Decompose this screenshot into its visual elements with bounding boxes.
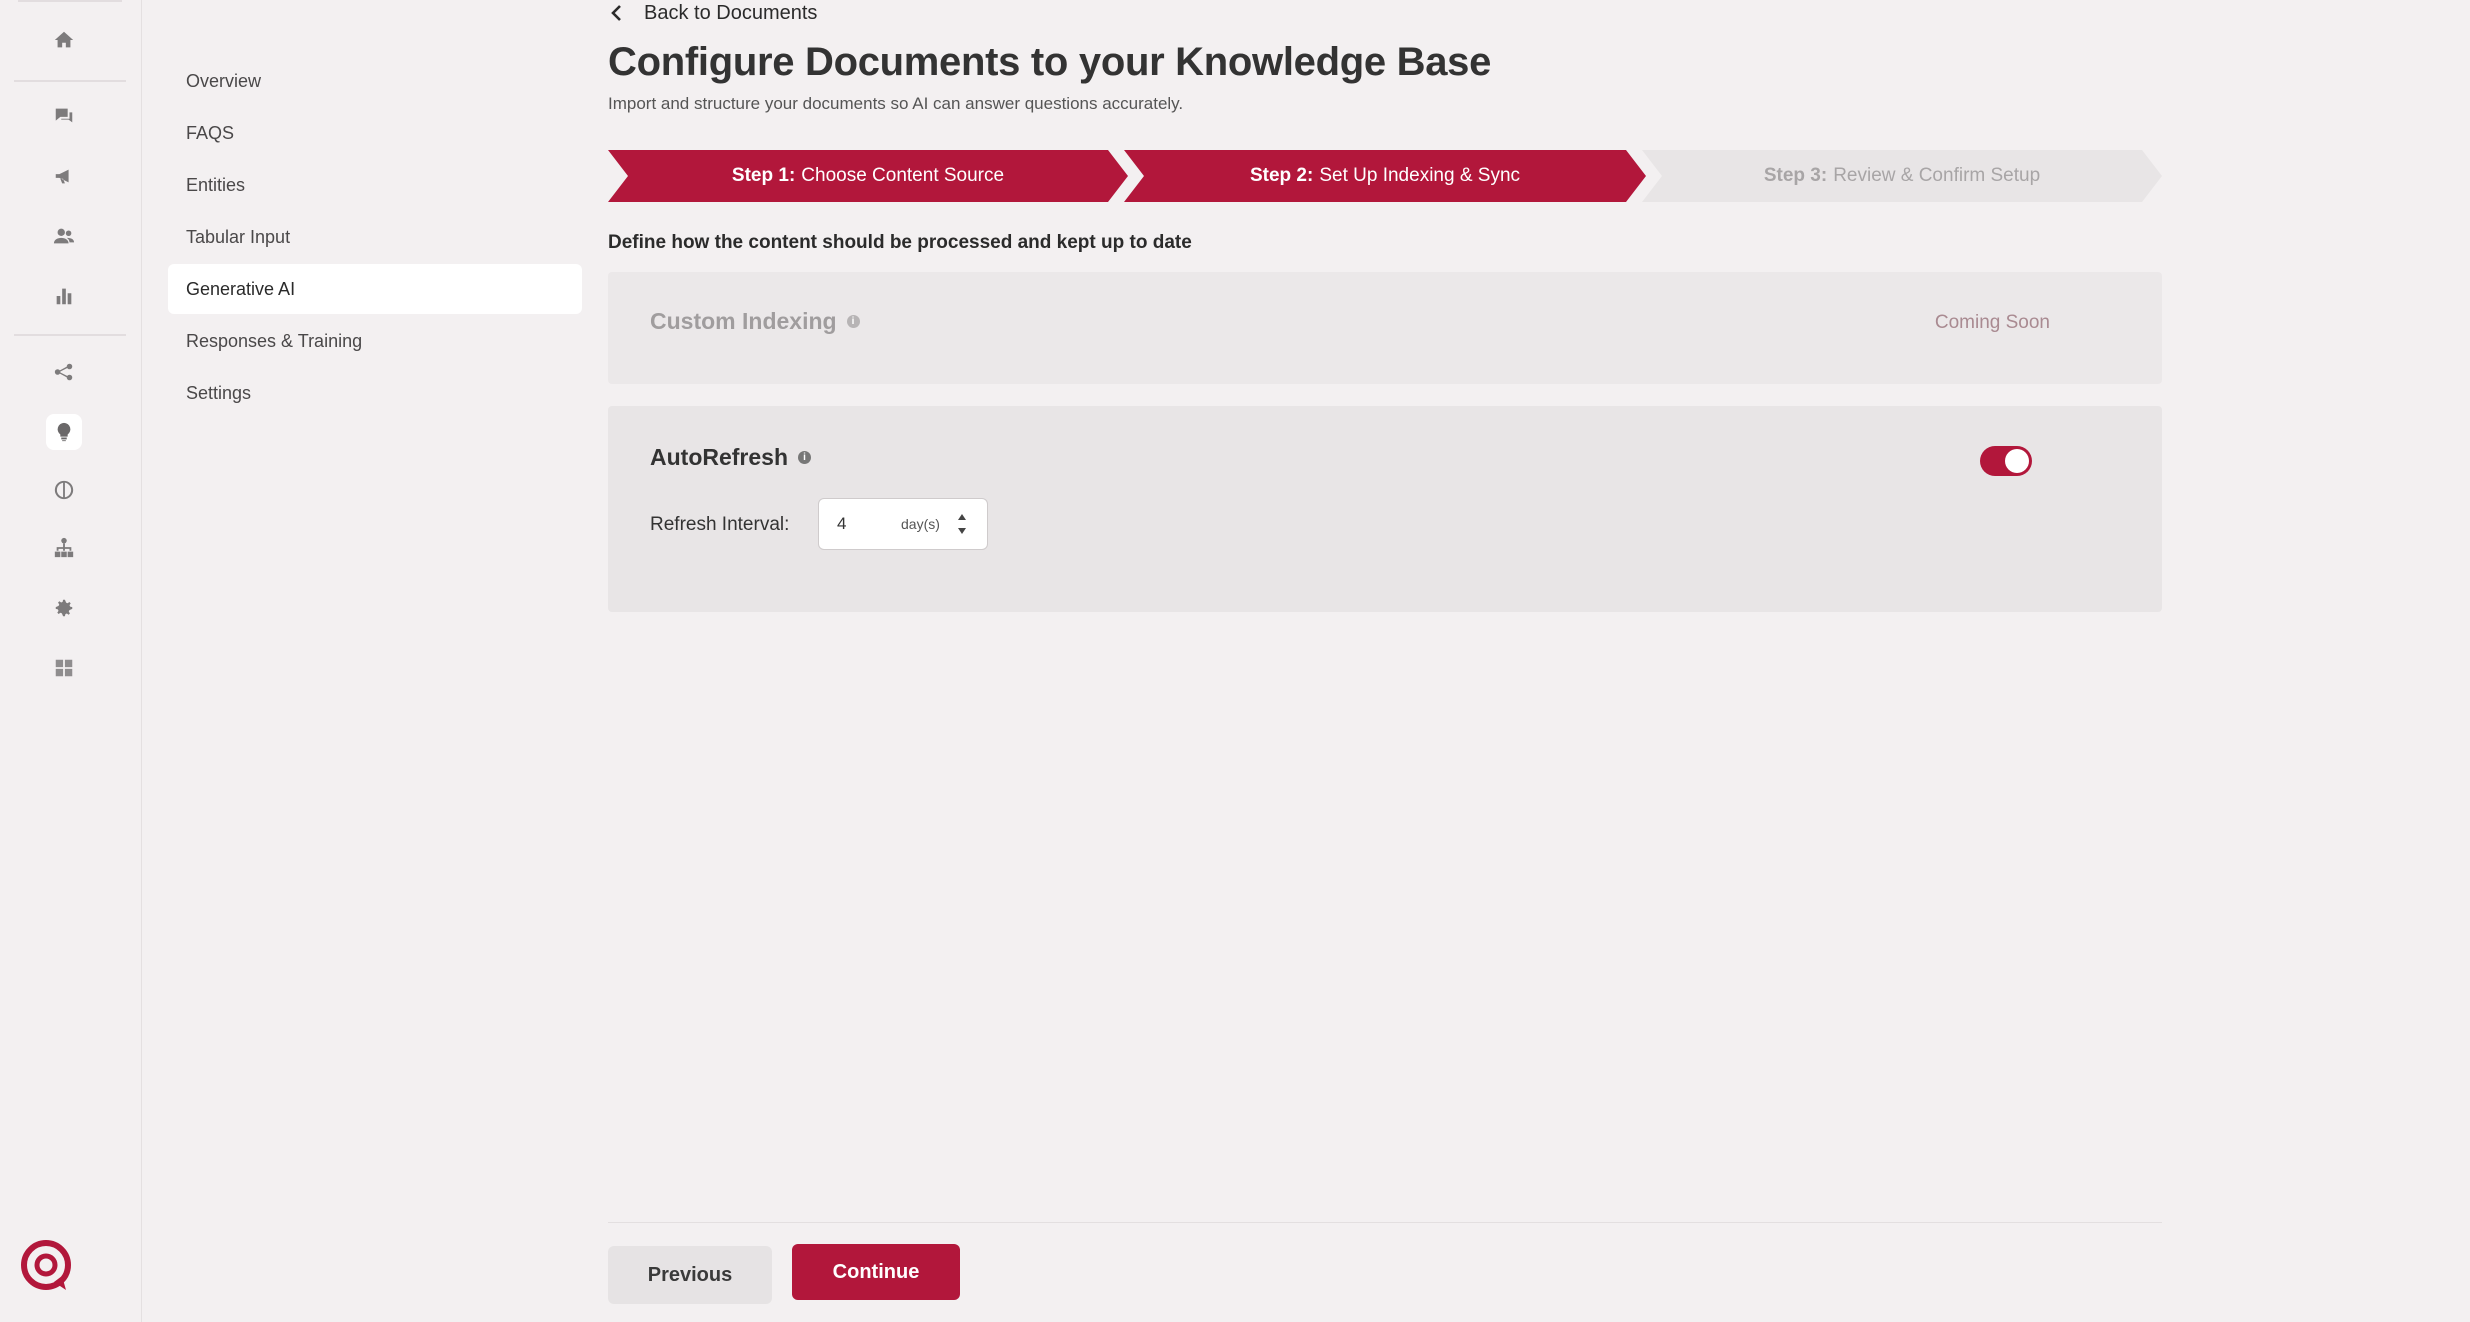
subnav-item-tabular-input[interactable]: Tabular Input [168,212,582,262]
autorefresh-card: AutoRefresh i Refresh Interval: 4 day(s) [608,406,2162,612]
lightbulb-icon[interactable] [46,414,82,450]
autorefresh-toggle[interactable] [1980,446,2032,476]
footer-divider [608,1222,2162,1223]
bar-chart-icon[interactable] [46,278,82,314]
refresh-interval-unit: day(s) [901,516,940,532]
subnav-item-responses-training[interactable]: Responses & Training [168,316,582,366]
refresh-interval-input[interactable]: 4 day(s) [818,498,988,550]
autorefresh-title: AutoRefresh i [650,444,812,471]
megaphone-icon[interactable] [46,158,82,194]
back-to-documents-link[interactable]: Back to Documents [608,0,817,26]
refresh-interval-value[interactable]: 4 [837,514,846,534]
icon-rail [0,0,142,1322]
setup-stepper: Step 1: Choose Content Source Step 2: Set … [608,150,2162,202]
custom-indexing-title: Custom Indexing i [650,308,860,335]
stepper-arrows-icon[interactable] [955,511,969,537]
share-icon[interactable] [46,354,82,390]
rail-top-divider [18,0,122,2]
step-2[interactable]: Step 2: Set Up Indexing & Sync [1124,150,1646,202]
section-nav: Overview FAQS Entities Tabular Input Gen… [168,56,582,420]
info-icon[interactable]: i [846,315,860,328]
hierarchy-icon[interactable] [46,530,82,566]
step-3-label: Step 3: Review & Confirm Setup [1763,165,2041,186]
subnav-item-overview[interactable]: Overview [168,56,582,106]
rail-divider [14,334,126,336]
users-icon[interactable] [46,218,82,254]
brand-logo[interactable] [18,1238,74,1294]
subnav-item-settings[interactable]: Settings [168,368,582,418]
previous-button[interactable]: Previous [608,1246,772,1304]
brain-icon[interactable] [46,472,82,508]
continue-button[interactable]: Continue [792,1244,960,1300]
section-description: Define how the content should be process… [608,232,1192,253]
step-2-label: Step 2: Set Up Indexing & Sync [1249,165,1521,186]
gear-icon[interactable] [46,590,82,626]
step-3[interactable]: Step 3: Review & Confirm Setup [1642,150,2162,202]
home-icon[interactable] [46,22,82,58]
coming-soon-badge: Coming Soon [1934,312,2050,333]
step-1[interactable]: Step 1: Choose Content Source [608,150,1128,202]
rail-divider [14,80,126,82]
refresh-interval-label: Refresh Interval: [650,514,790,535]
page-title: Configure Documents to your Knowledge Ba… [608,40,1492,84]
subnav-item-entities[interactable]: Entities [168,160,582,210]
page-subtitle: Import and structure your documents so A… [608,94,1184,113]
step-1-label: Step 1: Choose Content Source [731,165,1005,186]
grid-image-icon[interactable] [46,650,82,686]
custom-indexing-card: Custom Indexing i Coming Soon [608,272,2162,384]
back-link-label: Back to Documents [644,1,818,24]
subnav-item-faqs[interactable]: FAQS [168,108,582,158]
chevron-left-icon [611,5,621,21]
toggle-knob [2005,449,2029,473]
info-icon[interactable]: i [798,451,812,464]
subnav-item-generative-ai[interactable]: Generative AI [168,264,582,314]
chat-icon[interactable] [46,98,82,134]
